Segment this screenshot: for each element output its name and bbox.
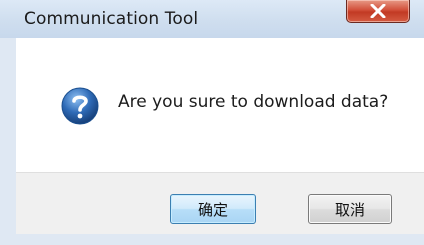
cancel-button[interactable]: 取消 (308, 194, 392, 224)
title-bar[interactable]: Communication Tool (0, 0, 424, 38)
confirmation-message: Are you sure to download data? (118, 92, 389, 112)
close-button[interactable] (346, 0, 410, 23)
ok-button[interactable]: 确定 (170, 194, 256, 224)
ok-button-label: 确定 (197, 200, 228, 219)
window-bottom-border (0, 234, 424, 245)
window-title: Communication Tool (24, 9, 199, 29)
dialog-window: Communication Tool Are you sure to downl… (0, 0, 424, 245)
close-icon (370, 4, 386, 18)
cancel-button-label: 取消 (334, 200, 365, 219)
question-icon (61, 87, 99, 125)
